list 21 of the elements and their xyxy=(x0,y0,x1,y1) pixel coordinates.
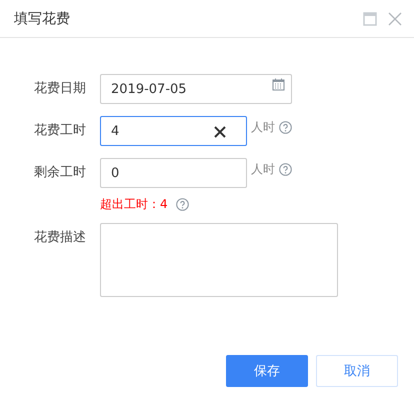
field-label: 花费工时 xyxy=(34,123,86,138)
help-icon[interactable] xyxy=(176,198,189,211)
input-field[interactable]: 0 xyxy=(100,158,247,188)
cancel-button[interactable]: 取消 xyxy=(316,355,398,387)
calendar-icon[interactable] xyxy=(272,78,285,91)
help-icon[interactable] xyxy=(279,121,292,134)
warning-text: 超出工时：4 xyxy=(100,196,168,213)
unit-label: 人时 xyxy=(251,161,275,178)
input-field[interactable]: 4 xyxy=(100,116,247,146)
unit-label: 人时 xyxy=(251,119,275,136)
clear-icon[interactable] xyxy=(214,126,226,138)
dialog-title: 填写花费 xyxy=(14,10,70,28)
close-icon[interactable] xyxy=(388,12,402,26)
field-label: 花费描述 xyxy=(34,230,86,245)
field-label: 花费日期 xyxy=(34,81,86,96)
help-icon[interactable] xyxy=(279,163,292,176)
maximize-icon[interactable] xyxy=(363,12,377,26)
save-button[interactable]: 保存 xyxy=(226,355,308,387)
field-label: 剩余工时 xyxy=(34,165,86,180)
date-field[interactable]: 2019-07-05 xyxy=(100,74,292,104)
description-field[interactable] xyxy=(100,223,338,297)
